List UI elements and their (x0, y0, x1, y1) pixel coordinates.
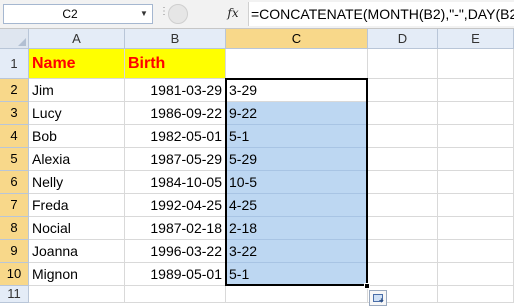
cell-a5[interactable]: Alexia (29, 148, 125, 171)
cell-e5[interactable] (438, 148, 514, 171)
cell-c7[interactable]: 4-25 (226, 194, 368, 217)
cell-d9[interactable] (368, 240, 438, 263)
cell-d8[interactable] (368, 217, 438, 240)
plus-icon: + (379, 296, 384, 305)
cell-d1[interactable] (368, 49, 438, 79)
cell-b1[interactable]: Birth (125, 49, 226, 79)
cell-e8[interactable] (438, 217, 514, 240)
cell-c9[interactable]: 3-22 (226, 240, 368, 263)
cell-d5[interactable] (368, 148, 438, 171)
row-header-7[interactable]: 7 (0, 194, 29, 217)
row-header-11[interactable]: 11 (0, 286, 29, 303)
row-header-5[interactable]: 5 (0, 148, 29, 171)
cell-d2[interactable] (368, 79, 438, 102)
column-header-c[interactable]: C (226, 29, 368, 49)
cell-e2[interactable] (438, 79, 514, 102)
row-header-10[interactable]: 10 (0, 263, 29, 286)
name-box[interactable]: C2 ▼ (3, 4, 153, 24)
row-header-8[interactable]: 8 (0, 217, 29, 240)
cell-c1[interactable] (226, 49, 368, 79)
cell-c4[interactable]: 5-1 (226, 125, 368, 148)
cell-a7[interactable]: Freda (29, 194, 125, 217)
column-header-d[interactable]: D (368, 29, 438, 49)
cell-d4[interactable] (368, 125, 438, 148)
cell-a6[interactable]: Nelly (29, 171, 125, 194)
select-all-icon (18, 38, 26, 46)
row-header-9[interactable]: 9 (0, 240, 29, 263)
formula-bar: C2 ▼ ⋮ fx =CONCATENATE(MONTH(B2),"-",DAY… (0, 0, 514, 29)
formula-input[interactable]: =CONCATENATE(MONTH(B2),"-",DAY(B2)) (248, 2, 514, 26)
cell-e1[interactable] (438, 49, 514, 79)
cell-a2[interactable]: Jim (29, 79, 125, 102)
column-header-b[interactable]: B (125, 29, 226, 49)
cell-e9[interactable] (438, 240, 514, 263)
row-header-4[interactable]: 4 (0, 125, 29, 148)
row-header-3[interactable]: 3 (0, 102, 29, 125)
cell-c5[interactable]: 5-29 (226, 148, 368, 171)
cell-e11[interactable] (438, 286, 514, 303)
insert-function-button[interactable]: fx (222, 3, 244, 23)
cell-d10[interactable] (368, 263, 438, 286)
cell-a8[interactable]: Nocial (29, 217, 125, 240)
chevron-down-icon[interactable]: ▼ (138, 5, 150, 23)
cell-b9[interactable]: 1996-03-22 (125, 240, 226, 263)
cell-d6[interactable] (368, 171, 438, 194)
cell-b7[interactable]: 1992-04-25 (125, 194, 226, 217)
cell-b5[interactable]: 1987-05-29 (125, 148, 226, 171)
cell-b4[interactable]: 1982-05-01 (125, 125, 226, 148)
name-box-value: C2 (62, 7, 78, 21)
row-header-2[interactable]: 2 (0, 79, 29, 102)
cell-b11[interactable] (125, 286, 226, 303)
row-header-6[interactable]: 6 (0, 171, 29, 194)
cell-e4[interactable] (438, 125, 514, 148)
cell-a9[interactable]: Joanna (29, 240, 125, 263)
cell-e10[interactable] (438, 263, 514, 286)
column-header-a[interactable]: A (29, 29, 125, 49)
cell-e6[interactable] (438, 171, 514, 194)
cell-b8[interactable]: 1987-02-18 (125, 217, 226, 240)
cell-c8[interactable]: 2-18 (226, 217, 368, 240)
cell-d3[interactable] (368, 102, 438, 125)
cell-e3[interactable] (438, 102, 514, 125)
select-all-button[interactable] (0, 29, 29, 49)
cell-c3[interactable]: 9-22 (226, 102, 368, 125)
cell-b2[interactable]: 1981-03-29 (125, 79, 226, 102)
resize-handle-icon[interactable]: ⋮ (159, 6, 169, 17)
cell-b3[interactable]: 1986-09-22 (125, 102, 226, 125)
row-header-1[interactable]: 1 (0, 49, 29, 79)
fill-handle[interactable] (364, 283, 370, 289)
cell-e7[interactable] (438, 194, 514, 217)
formula-bar-button[interactable] (168, 4, 188, 24)
cell-a3[interactable]: Lucy (29, 102, 125, 125)
cell-a10[interactable]: Mignon (29, 263, 125, 286)
cell-b6[interactable]: 1984-10-05 (125, 171, 226, 194)
cell-d7[interactable] (368, 194, 438, 217)
cell-a11[interactable] (29, 286, 125, 303)
cell-c10[interactable]: 5-1 (226, 263, 368, 286)
cell-c2[interactable]: 3-29 (226, 79, 368, 102)
cell-c6[interactable]: 10-5 (226, 171, 368, 194)
cell-a1[interactable]: Name (29, 49, 125, 79)
cell-c11[interactable] (226, 286, 368, 303)
cell-b10[interactable]: 1989-05-01 (125, 263, 226, 286)
column-header-e[interactable]: E (438, 29, 514, 49)
cell-a4[interactable]: Bob (29, 125, 125, 148)
auto-fill-options-button[interactable]: + (369, 290, 387, 306)
